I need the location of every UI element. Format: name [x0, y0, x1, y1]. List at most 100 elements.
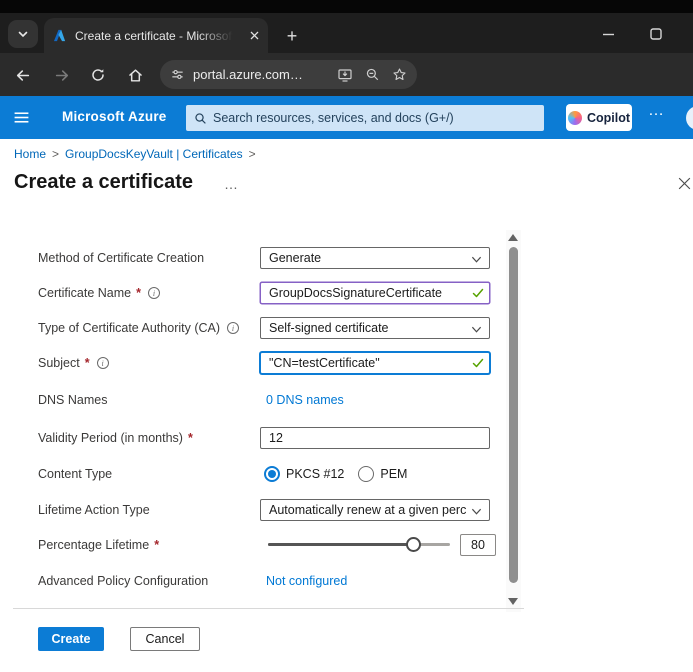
form-row-advanced-policy: Advanced Policy Configuration Not config…: [38, 570, 496, 592]
azure-favicon: [52, 28, 67, 43]
reload-button[interactable]: [87, 64, 109, 86]
method-value: Generate: [269, 251, 321, 265]
tab-strip: Create a certificate - Microsoft A +: [0, 13, 693, 53]
avatar[interactable]: [686, 106, 693, 130]
ca-type-dropdown[interactable]: Self-signed certificate: [260, 317, 490, 339]
cancel-button[interactable]: Cancel: [130, 627, 200, 651]
content-type-radio-group: PKCS #12 PEM: [264, 463, 407, 485]
forward-button[interactable]: [51, 64, 73, 86]
azure-header: Microsoft Azure Copilot …: [0, 96, 693, 139]
required-marker: *: [154, 538, 159, 552]
breadcrumb: Home > GroupDocsKeyVault | Certificates >: [14, 147, 262, 161]
form-row-percentage-lifetime: Percentage Lifetime *: [38, 534, 496, 556]
slider-fill: [268, 543, 414, 546]
form-row-content-type: Content Type PKCS #12 PEM: [38, 463, 496, 485]
form-scrollbar[interactable]: [506, 230, 521, 612]
pane-close-button[interactable]: [677, 176, 692, 191]
scroll-down-arrow-icon[interactable]: [508, 598, 518, 605]
create-button[interactable]: Create: [38, 627, 104, 651]
validity-input[interactable]: [260, 427, 490, 449]
window-minimize-button[interactable]: [588, 18, 628, 50]
back-button[interactable]: [11, 64, 33, 86]
zoom-out-icon[interactable]: [365, 67, 380, 82]
info-icon[interactable]: i: [97, 357, 109, 369]
valid-check-icon: [472, 357, 484, 369]
address-bar[interactable]: portal.azure.com…: [160, 60, 417, 89]
required-marker: *: [85, 356, 90, 370]
chevron-down-icon: [17, 28, 29, 40]
home-button[interactable]: [124, 64, 146, 86]
site-settings-icon[interactable]: [170, 67, 185, 82]
advanced-policy-link[interactable]: Not configured: [266, 574, 347, 588]
dns-names-label: DNS Names: [38, 393, 107, 407]
bookmark-star-icon[interactable]: [392, 67, 407, 82]
form-row-certificate-name: Certificate Name * i: [38, 282, 496, 304]
form-row-ca-type: Type of Certificate Authority (CA) i Sel…: [38, 317, 496, 339]
window-maximize-button[interactable]: [636, 18, 676, 50]
hamburger-menu-icon[interactable]: [10, 106, 32, 128]
advanced-policy-label: Advanced Policy Configuration: [38, 574, 208, 588]
azure-search-box[interactable]: [186, 105, 544, 131]
breadcrumb-separator: >: [52, 147, 59, 161]
azure-search-input[interactable]: [213, 111, 536, 125]
ca-type-value: Self-signed certificate: [269, 321, 389, 335]
scroll-up-arrow-icon[interactable]: [508, 234, 518, 241]
subject-input[interactable]: [260, 352, 490, 374]
chevron-down-icon: [471, 324, 482, 335]
breadcrumb-home[interactable]: Home: [14, 147, 46, 161]
lifetime-action-value: Automatically renew at a given perc...: [269, 503, 467, 517]
radio-pem-label: PEM: [380, 467, 407, 481]
lifetime-action-label: Lifetime Action Type: [38, 503, 150, 517]
certificate-name-input[interactable]: [260, 282, 490, 304]
tab-search-button[interactable]: [8, 20, 38, 48]
radio-selected-icon: [264, 466, 280, 482]
breadcrumb-separator: >: [249, 147, 256, 161]
percentage-slider[interactable]: [268, 534, 450, 556]
percentage-lifetime-label: Percentage Lifetime: [38, 538, 149, 552]
chevron-down-icon: [471, 506, 482, 517]
new-tab-button[interactable]: +: [280, 24, 304, 48]
required-marker: *: [136, 286, 141, 300]
window-titlebar: [0, 0, 693, 13]
dns-names-link[interactable]: 0 DNS names: [266, 393, 344, 407]
copilot-button[interactable]: Copilot: [566, 104, 632, 131]
method-dropdown[interactable]: Generate: [260, 247, 490, 269]
chevron-down-icon: [471, 254, 482, 265]
breadcrumb-keyvault-certificates[interactable]: GroupDocsKeyVault | Certificates: [65, 147, 243, 161]
validity-label: Validity Period (in months): [38, 431, 183, 445]
slider-thumb[interactable]: [406, 537, 421, 552]
form-row-validity: Validity Period (in months) *: [38, 427, 496, 449]
info-icon[interactable]: i: [148, 287, 160, 299]
subject-label: Subject: [38, 356, 80, 370]
header-more-button[interactable]: …: [648, 102, 665, 120]
page-more-button[interactable]: …: [224, 176, 239, 192]
footer-divider: [13, 608, 524, 609]
browser-tab[interactable]: Create a certificate - Microsoft A: [44, 18, 268, 53]
url-text: portal.azure.com…: [193, 67, 303, 82]
browser-toolbar: portal.azure.com…: [0, 53, 693, 96]
azure-brand[interactable]: Microsoft Azure: [62, 109, 167, 124]
form-row-lifetime-action: Lifetime Action Type Automatically renew…: [38, 499, 496, 521]
ca-type-label: Type of Certificate Authority (CA): [38, 321, 220, 335]
method-label: Method of Certificate Creation: [38, 251, 204, 265]
info-icon[interactable]: i: [227, 322, 239, 334]
radio-pkcs12-label: PKCS #12: [286, 467, 344, 481]
copilot-label: Copilot: [587, 111, 630, 125]
radio-option-pkcs12[interactable]: PKCS #12: [264, 466, 344, 482]
form-row-method: Method of Certificate Creation Generate: [38, 247, 496, 269]
tab-title: Create a certificate - Microsoft A: [75, 29, 233, 43]
lifetime-action-dropdown[interactable]: Automatically renew at a given perc...: [260, 499, 490, 521]
form-row-dns-names: DNS Names 0 DNS names: [38, 389, 496, 411]
radio-option-pem[interactable]: PEM: [358, 466, 407, 482]
percentage-input[interactable]: [460, 534, 496, 556]
tab-close-icon[interactable]: [249, 30, 260, 41]
certificate-name-label: Certificate Name: [38, 286, 131, 300]
search-icon: [194, 112, 207, 125]
browser-window: Create a certificate - Microsoft A +: [0, 0, 693, 672]
content-type-label: Content Type: [38, 467, 112, 481]
install-app-icon[interactable]: [337, 67, 353, 83]
radio-unselected-icon: [358, 466, 374, 482]
copilot-logo-icon: [568, 111, 582, 125]
page-title: Create a certificate: [14, 171, 193, 194]
scrollbar-thumb[interactable]: [509, 247, 518, 583]
